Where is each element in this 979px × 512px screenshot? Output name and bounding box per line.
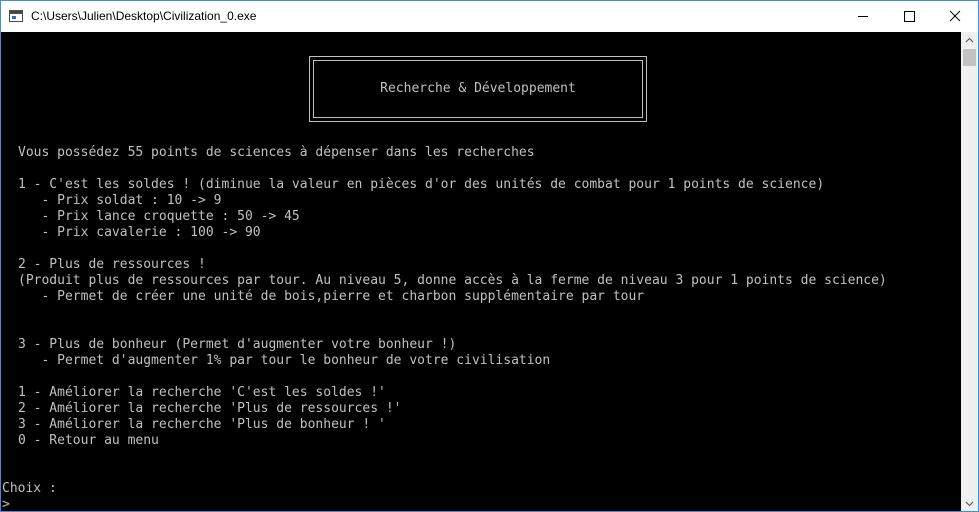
scroll-thumb[interactable]	[963, 49, 976, 66]
scroll-up-arrow-icon	[965, 37, 974, 43]
console-output[interactable]: Recherche & Développement Vous possédez …	[1, 32, 961, 511]
scroll-down-button[interactable]	[961, 495, 978, 511]
menu-option: 1 - Améliorer la recherche 'C'est les so…	[18, 385, 386, 400]
title-bar[interactable]: C:\Users\Julien\Desktop\Civilization_0.e…	[1, 1, 978, 32]
research-2-title: 2 - Plus de ressources !	[18, 257, 206, 272]
minimize-button[interactable]	[840, 1, 886, 32]
scroll-down-arrow-icon	[965, 501, 974, 507]
close-icon	[949, 10, 961, 22]
scroll-up-button[interactable]	[961, 32, 978, 49]
header-title: Recherche & Développement	[380, 81, 576, 96]
science-points-line: Vous possédez 55 points de sciences à dé…	[18, 145, 535, 160]
research-1-detail: - Prix lance croquette : 50 -> 45	[18, 209, 300, 224]
menu-option: 3 - Améliorer la recherche 'Plus de bonh…	[18, 417, 386, 432]
header-box: Recherche & Développement	[309, 56, 647, 122]
window-title: C:\Users\Julien\Desktop\Civilization_0.e…	[31, 9, 257, 23]
console-app-icon[interactable]	[9, 10, 23, 22]
menu-option: 2 - Améliorer la recherche 'Plus de ress…	[18, 401, 402, 416]
research-1-detail: - Prix soldat : 10 -> 9	[18, 193, 222, 208]
prompt-input[interactable]: >	[2, 497, 10, 511]
research-2-description: (Produit plus de ressources par tour. Au…	[18, 273, 887, 288]
vertical-scrollbar[interactable]	[961, 32, 978, 511]
prompt-label: Choix :	[2, 481, 57, 496]
research-1-title: 1 - C'est les soldes ! (diminue la valeu…	[18, 177, 825, 192]
minimize-icon	[858, 16, 868, 17]
console-window: C:\Users\Julien\Desktop\Civilization_0.e…	[0, 0, 979, 512]
maximize-icon	[904, 11, 915, 22]
research-2-detail: - Permet de créer une unité de bois,pier…	[18, 289, 645, 304]
maximize-button[interactable]	[886, 1, 932, 32]
close-button[interactable]	[932, 1, 978, 32]
research-3-title: 3 - Plus de bonheur (Permet d'augmenter …	[18, 337, 457, 352]
research-1-detail: - Prix cavalerie : 100 -> 90	[18, 225, 261, 240]
menu-option: 0 - Retour au menu	[18, 433, 159, 448]
research-3-detail: - Permet d'augmenter 1% par tour le bonh…	[18, 353, 551, 368]
